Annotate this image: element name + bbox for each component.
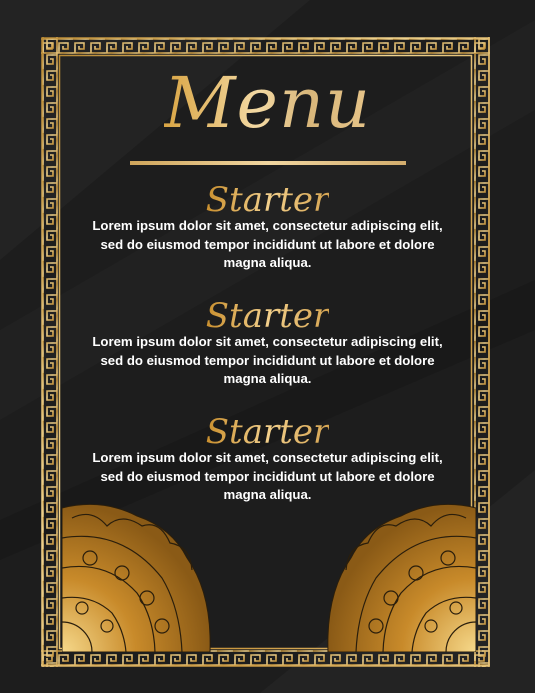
section-description: Lorem ipsum dolor sit amet, consectetur … (92, 334, 443, 386)
mandala-corner-right (327, 503, 476, 652)
section-description: Lorem ipsum dolor sit amet, consectetur … (92, 450, 443, 502)
section-heading: Starter (205, 296, 330, 336)
section-heading: Starter (205, 180, 330, 220)
section-description: Lorem ipsum dolor sit amet, consectetur … (92, 218, 443, 270)
menu-title: Menu (163, 62, 372, 144)
section-heading: Starter (205, 412, 330, 452)
menu-section: Starter Lorem ipsum dolor sit amet, cons… (90, 180, 445, 273)
gold-divider (130, 161, 406, 165)
menu-section: Starter Lorem ipsum dolor sit amet, cons… (90, 412, 445, 505)
mandala-corner-left (62, 503, 211, 652)
menu-section: Starter Lorem ipsum dolor sit amet, cons… (90, 296, 445, 389)
